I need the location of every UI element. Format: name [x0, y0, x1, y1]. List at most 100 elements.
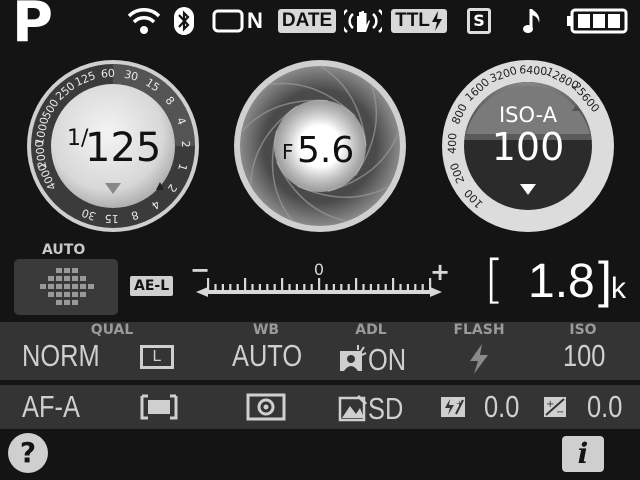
bracket-close: ]	[598, 252, 612, 308]
aperture-value: 5.6	[297, 130, 354, 171]
shutter-speed-dial[interactable]: 400020001000500250125 60 301584212481530 1…	[27, 60, 199, 232]
date-label: DATE	[277, 9, 337, 33]
flash-compensation[interactable]: 0.0	[484, 389, 519, 425]
svg-text:−: −	[556, 407, 564, 417]
iso-scale-label: 400	[446, 133, 460, 154]
iso-scale-label: 6400	[519, 63, 548, 78]
shots-remaining: 1.8	[528, 255, 595, 308]
flash-mode-indicator: TTL	[391, 6, 447, 36]
picture-control[interactable]: SD	[338, 391, 411, 427]
s-label: S	[467, 8, 491, 34]
info-button[interactable]: i	[562, 436, 604, 472]
meter-tick	[421, 284, 424, 290]
iso-value: 100	[492, 125, 565, 169]
af-area-icon[interactable]	[140, 394, 178, 424]
exposure-comp-icon: + −	[544, 397, 566, 421]
adl-icon	[340, 345, 367, 371]
iso-label: ISO-A	[499, 103, 558, 127]
header-qual: QUAL	[90, 322, 134, 338]
meter-tick	[377, 284, 380, 290]
meter-tick	[303, 284, 306, 290]
flash-icon[interactable]	[468, 344, 490, 378]
meter-tick	[295, 284, 298, 290]
shutter-scale-label: 15	[105, 212, 119, 225]
meter-tick	[251, 284, 254, 290]
battery-icon	[566, 6, 630, 36]
image-comment-icon	[212, 9, 244, 33]
meter-tick	[347, 284, 350, 290]
exposure-dials: 400020001000500250125 60 301584212481530 1…	[27, 55, 614, 237]
meter-tick	[244, 278, 247, 290]
meter-tick	[288, 284, 291, 290]
meter-tick	[325, 284, 328, 290]
active-d-lighting[interactable]: ON	[338, 342, 415, 378]
shooting-mode: P	[12, 0, 54, 55]
date-imprint-indicator: DATE	[276, 6, 338, 36]
svg-text:+: +	[546, 399, 554, 410]
settings-row-2: AF-A SD + 0.0 + − 0.0	[0, 385, 640, 429]
meter-tick	[399, 284, 402, 290]
flash-comp-icon: +	[441, 397, 465, 421]
meter-tick	[414, 284, 417, 290]
bracket: [	[484, 250, 505, 310]
shutter-value: 125	[85, 125, 161, 171]
iso-dial[interactable]: 2560012800640032001600800400200100 ISO-A…	[442, 60, 614, 232]
image-quality[interactable]: NORM	[22, 338, 100, 374]
shutter-scale-label: 2	[179, 140, 192, 147]
help-button[interactable]: ?	[8, 433, 48, 473]
meter-tick	[310, 284, 313, 290]
header-wb: WB	[252, 322, 280, 338]
header-flash: FLASH	[453, 322, 505, 338]
meter-tick	[266, 284, 269, 290]
meter-zero: 0	[314, 260, 324, 279]
meter-tick	[384, 284, 387, 290]
af-points-icon	[40, 268, 94, 305]
exposure-meter: − 0 +	[190, 258, 450, 297]
meter-tick	[318, 278, 321, 290]
meter-ticks	[207, 278, 432, 290]
bluetooth-icon	[172, 6, 196, 36]
af-mode[interactable]: AF-A	[22, 389, 80, 425]
meter-tick	[332, 284, 335, 290]
meter-tick	[214, 284, 217, 290]
svg-text:+: +	[456, 399, 463, 408]
picture-control-value: SD	[368, 391, 404, 426]
meter-tick	[392, 278, 395, 290]
meter-tick	[221, 284, 224, 290]
shutter-scale-label: 60	[101, 67, 116, 81]
meter-tick	[362, 284, 365, 290]
meter-tick	[340, 284, 343, 290]
meter-tick	[355, 278, 358, 290]
s-indicator: S	[462, 6, 496, 36]
vibration-reduction-icon	[344, 6, 382, 36]
metering-icon[interactable]	[246, 393, 286, 425]
ae-lock-indicator: AE-L	[130, 276, 174, 296]
nef-label: N	[247, 8, 263, 33]
meter-tick	[369, 284, 372, 290]
adl-value: ON	[368, 342, 407, 377]
image-size-button[interactable]: L	[140, 345, 174, 369]
white-balance[interactable]: AUTO	[232, 338, 302, 374]
picture-control-icon	[338, 394, 368, 422]
settings-row-1: QUAL WB ADL FLASH ISO NORM L AUTO ON 100	[0, 322, 640, 380]
iso-setting[interactable]: 100	[563, 338, 605, 374]
af-area-label: AUTO	[42, 242, 86, 258]
music-note-icon	[522, 6, 546, 36]
flash-mode-label: TTL	[395, 10, 430, 31]
header-iso: ISO	[569, 322, 597, 338]
meter-tick	[236, 284, 239, 290]
lightning-icon	[431, 11, 442, 31]
image-comment-indicator: N	[212, 6, 270, 36]
meter-tick	[273, 284, 276, 290]
meter-tick	[406, 284, 409, 290]
shots-unit: k	[611, 272, 626, 305]
af-area-mode-indicator[interactable]	[14, 259, 118, 315]
meter-tick	[281, 278, 284, 290]
header-adl: ADL	[355, 322, 387, 338]
meter-tick	[258, 284, 261, 290]
meter-plus: +	[430, 258, 450, 286]
exposure-compensation[interactable]: 0.0	[587, 389, 622, 425]
meter-tick	[229, 284, 232, 290]
aperture-dial[interactable]: F 5.6	[228, 55, 407, 237]
wifi-icon	[126, 6, 162, 36]
